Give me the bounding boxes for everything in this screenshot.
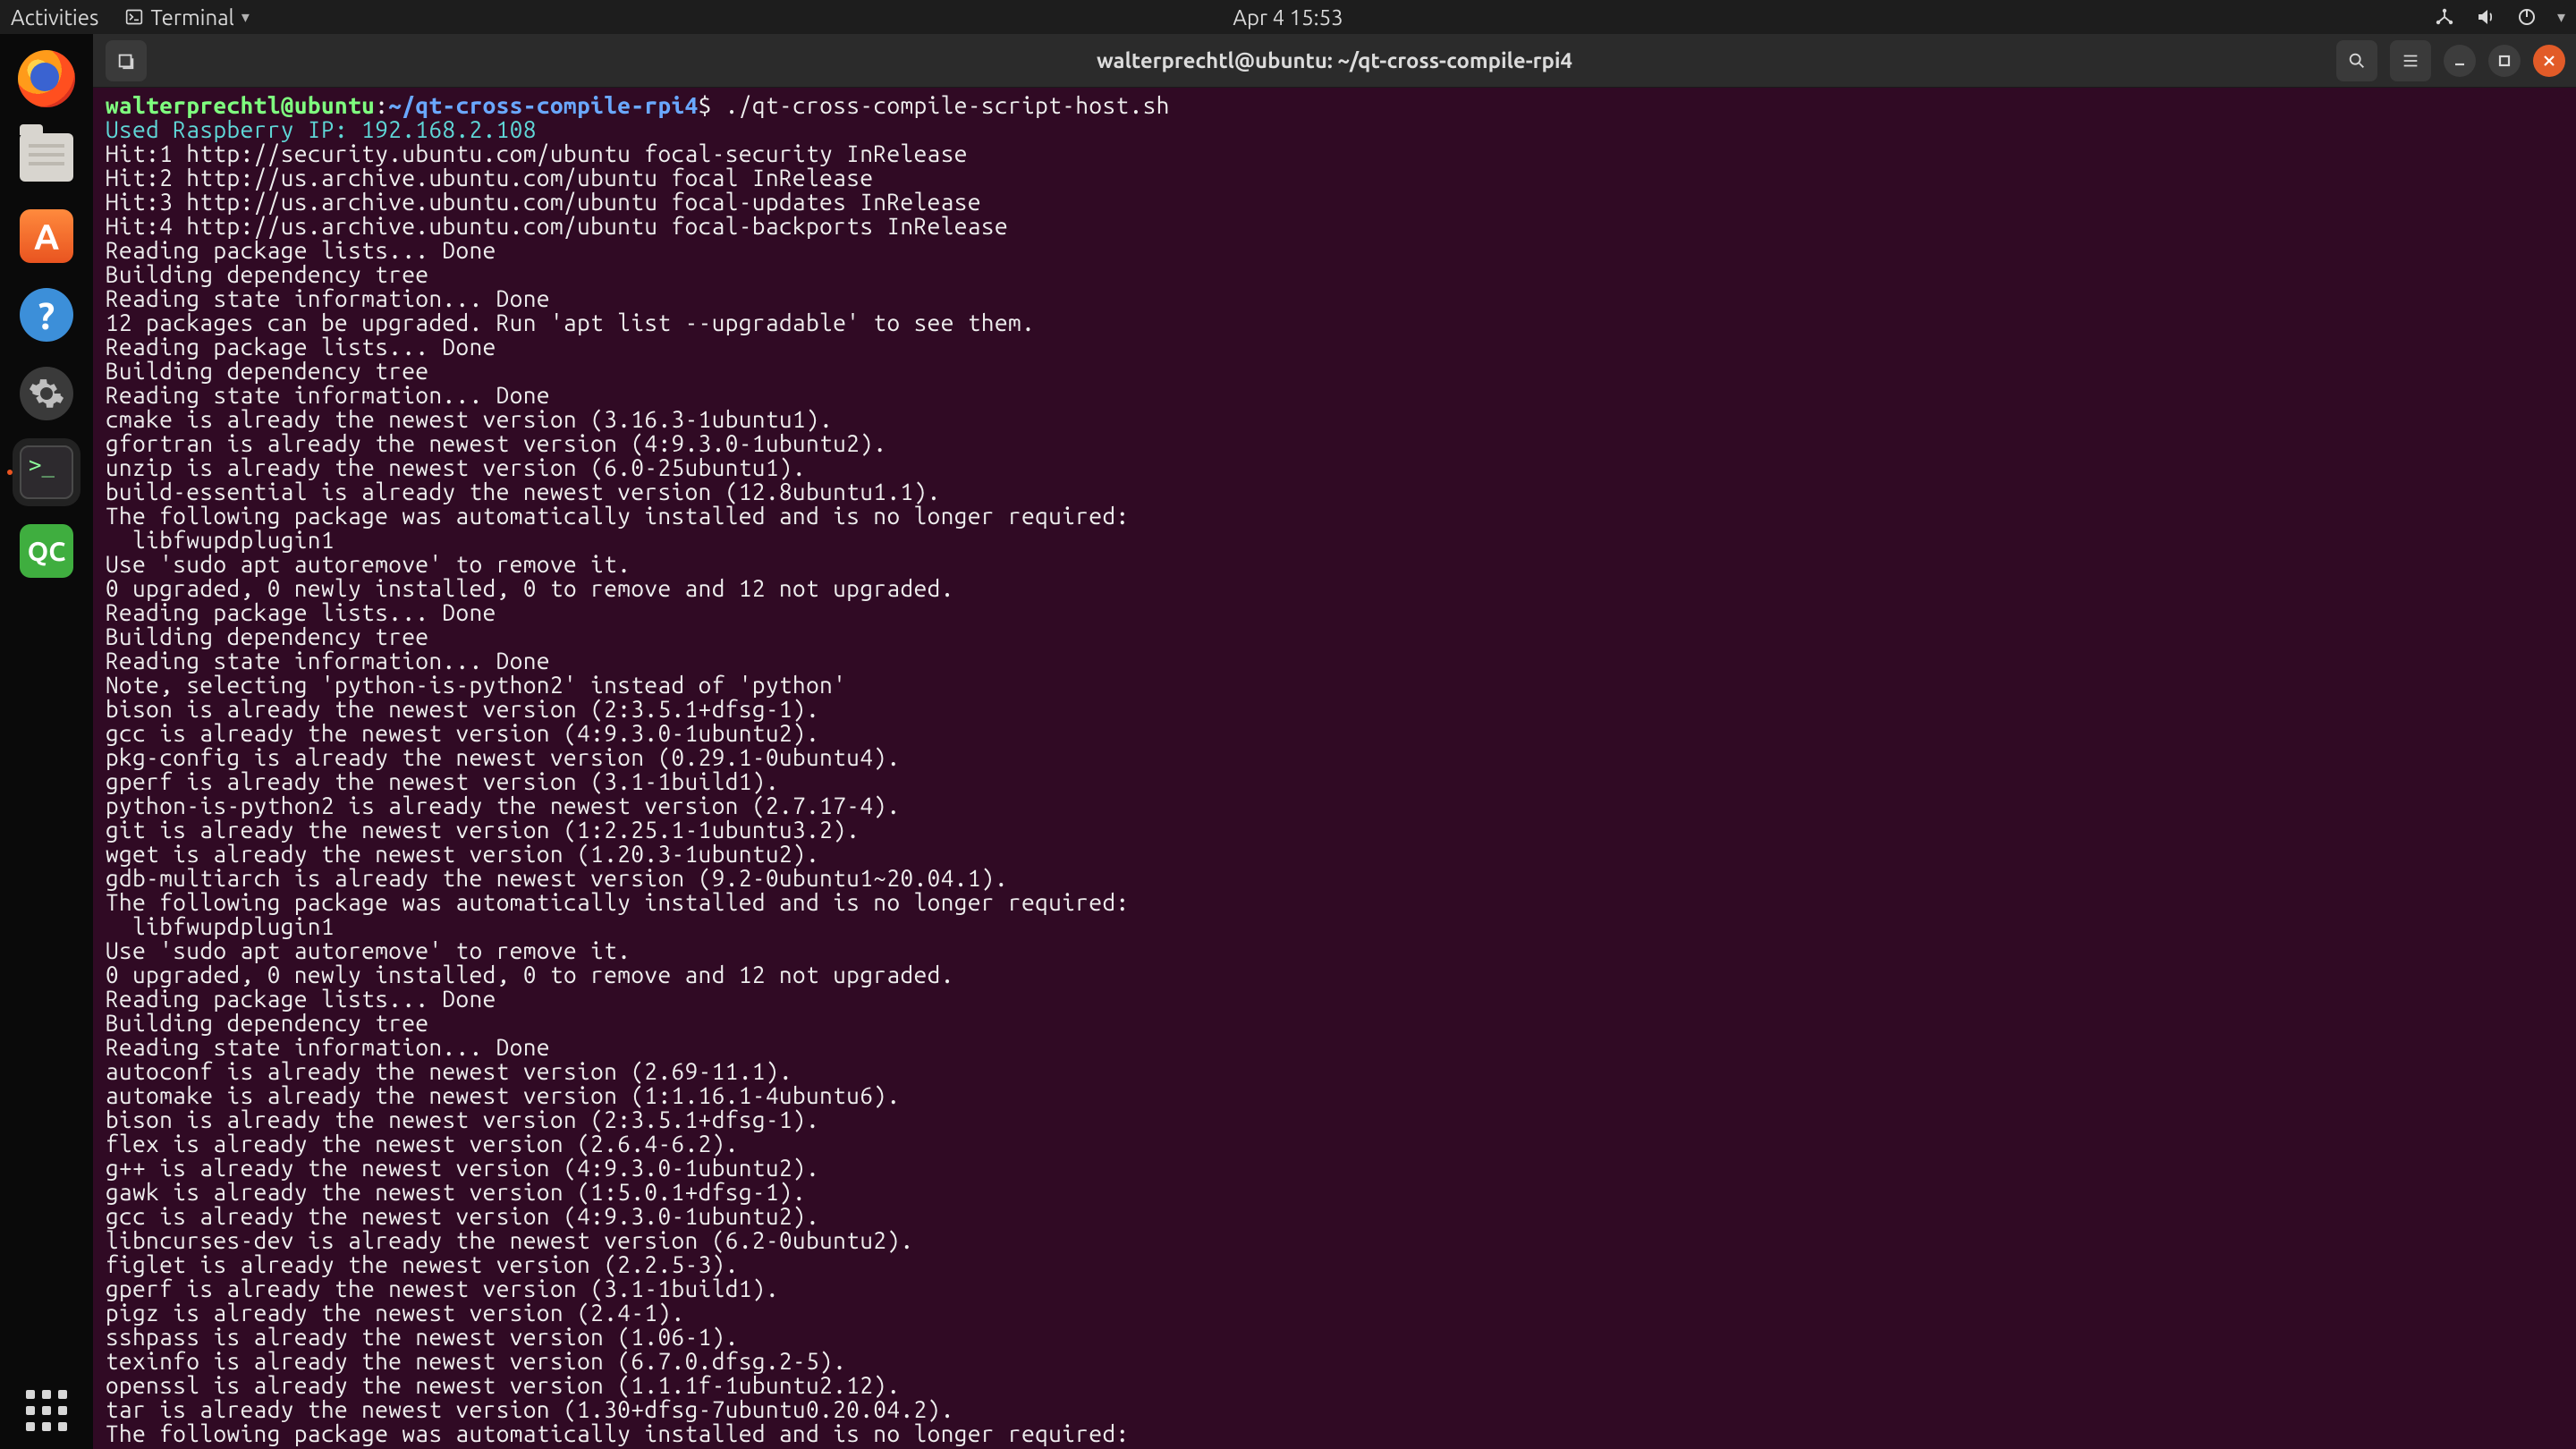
close-button[interactable] [2533,45,2565,77]
dock-qtcreator[interactable]: QC [13,517,80,585]
gear-icon [20,367,73,420]
firefox-icon [18,50,75,107]
search-button[interactable] [2336,40,2377,81]
gnome-dock: ? >_ QC [0,34,93,1449]
prompt-dollar: $ [699,92,725,118]
running-indicator-icon [7,470,13,475]
minimize-icon [2453,54,2467,68]
dock-software[interactable] [13,202,80,270]
network-icon[interactable] [2434,6,2455,28]
dock-firefox[interactable] [13,45,80,113]
window-title: walterprechtl@ubuntu: ~/qt-cross-compile… [1097,48,1572,72]
chevron-down-icon: ▾ [242,8,250,27]
app-menu-label: Terminal [150,5,233,30]
search-icon [2347,51,2367,71]
terminal-content[interactable]: walterprechtl@ubuntu:~/qt-cross-compile-… [93,88,2576,1449]
gnome-top-panel: Activities Terminal ▾ Apr 4 15:53 ▾ [0,0,2576,34]
hamburger-menu-button[interactable] [2390,40,2431,81]
dock-help[interactable]: ? [13,281,80,349]
prompt-colon: : [375,92,388,118]
terminal-icon [125,8,143,26]
system-menu-chevron-icon[interactable]: ▾ [2557,8,2565,27]
hamburger-icon [2401,51,2420,71]
maximize-icon [2497,54,2512,68]
prompt-command: ./qt-cross-compile-script-host.sh [725,92,1170,118]
dock-terminal[interactable]: >_ [13,438,80,506]
new-tab-icon [116,51,136,71]
files-icon [20,133,73,182]
titlebar: walterprechtl@ubuntu: ~/qt-cross-compile… [93,34,2576,88]
dock-settings[interactable] [13,360,80,428]
help-icon: ? [20,288,73,342]
activities-button[interactable]: Activities [11,5,98,30]
maximize-button[interactable] [2488,45,2521,77]
prompt-user-host: walterprechtl@ubuntu [106,92,375,118]
app-menu-terminal[interactable]: Terminal ▾ [125,5,249,30]
clock[interactable]: Apr 4 15:53 [1233,5,1343,30]
qtcreator-icon: QC [20,524,73,578]
terminal-window: walterprechtl@ubuntu: ~/qt-cross-compile… [93,34,2576,1449]
dock-files[interactable] [13,123,80,191]
power-icon[interactable] [2516,6,2538,28]
terminal-app-icon: >_ [20,445,73,499]
prompt-path: ~/qt-cross-compile-rpi4 [388,92,698,118]
ubuntu-software-icon [20,209,73,263]
close-icon [2542,54,2556,68]
show-applications-button[interactable] [26,1390,67,1431]
terminal-output: Hit:1 http://security.ubuntu.com/ubuntu … [106,140,1130,1446]
volume-icon[interactable] [2475,6,2496,28]
raspberry-ip-line: Used Raspberry IP: 192.168.2.108 [106,116,537,142]
minimize-button[interactable] [2444,45,2476,77]
new-tab-button[interactable] [106,40,147,81]
